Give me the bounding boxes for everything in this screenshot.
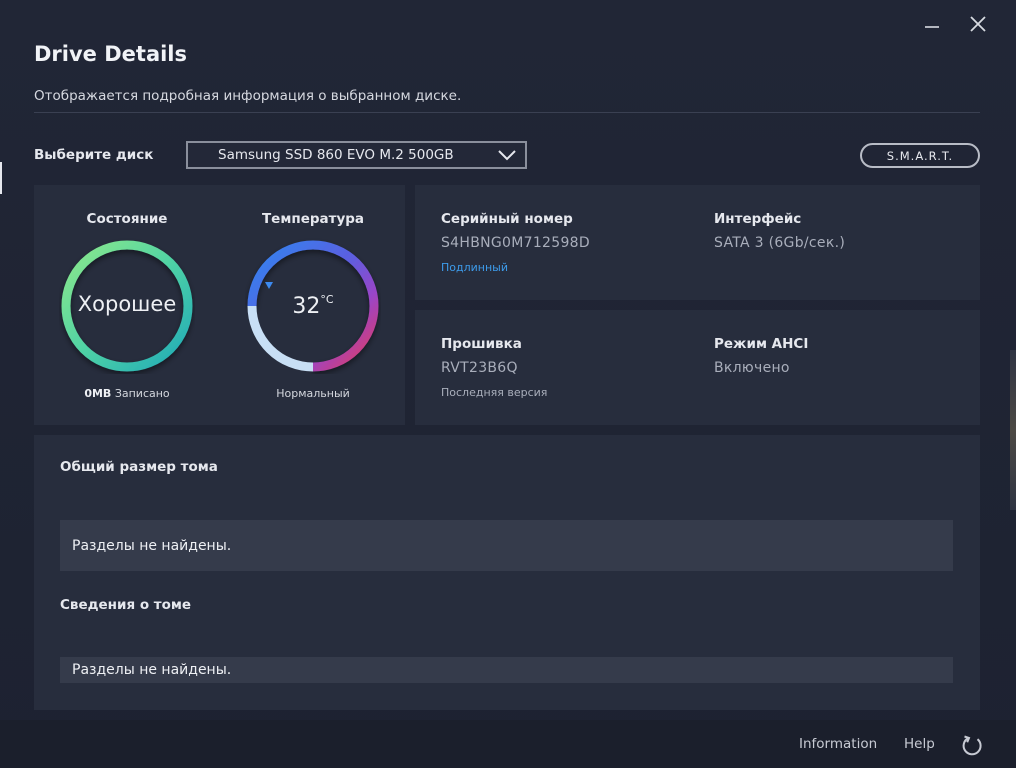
selected-drive-name: Samsung SSD 860 EVO M.2 500GB (218, 147, 454, 163)
window-controls (920, 12, 990, 36)
drive-details-window: Drive Details Отображается подробная инф… (0, 0, 1016, 768)
close-button[interactable] (966, 12, 990, 36)
ahci-label: Режим AHCI (714, 336, 809, 352)
written-label: Записано (114, 387, 170, 400)
header-divider (34, 112, 980, 113)
serial-interface-panel: Серийный номер S4HBNG0M712598D Подлинный… (415, 185, 980, 300)
firmware-value: RVT23B6Q (441, 360, 518, 376)
side-indicator (0, 162, 2, 194)
smart-button[interactable]: S.M.A.R.T. (860, 143, 980, 168)
refresh-icon[interactable] (960, 734, 984, 758)
page-title: Drive Details (34, 42, 188, 66)
page-subtitle: Отображается подробная информация о выбр… (34, 88, 462, 104)
chevron-down-icon (498, 150, 516, 161)
minimize-icon (925, 26, 939, 28)
minimize-button[interactable] (920, 12, 944, 36)
temperature-value: 32 (292, 294, 321, 319)
interface-value: SATA 3 (6Gb/сек.) (714, 235, 846, 251)
interface-label: Интерфейс (714, 211, 802, 227)
total-size-label: Общий размер тома (60, 459, 218, 475)
help-link[interactable]: Help (904, 736, 935, 752)
status-value: Хорошее (77, 292, 177, 316)
drive-select-label: Выберите диск (34, 147, 154, 163)
serial-authentic-note: Подлинный (441, 261, 509, 274)
written-summary: 0MB Записано (52, 387, 202, 400)
written-amount: 0MB (84, 387, 112, 400)
serial-value: S4HBNG0M712598D (441, 235, 590, 251)
firmware-version-note: Последняя версия (441, 386, 548, 399)
volume-panel: Общий размер тома Разделы не найдены. Св… (34, 435, 980, 710)
temperature-unit: °C (320, 293, 334, 306)
ahci-value: Включено (714, 360, 790, 376)
volume-info-message: Разделы не найдены. (60, 657, 953, 683)
background-edge (1010, 350, 1016, 510)
firmware-ahci-panel: Прошивка RVT23B6Q Последняя версия Режим… (415, 310, 980, 425)
status-title: Состояние (86, 211, 168, 227)
volume-info-label: Сведения о томе (60, 597, 192, 613)
temperature-state: Нормальный (276, 387, 350, 400)
temperature-title: Температура (261, 211, 365, 227)
total-size-message: Разделы не найдены. (60, 520, 953, 571)
firmware-label: Прошивка (441, 336, 522, 352)
drive-select-dropdown[interactable]: Samsung SSD 860 EVO M.2 500GB (186, 141, 527, 169)
health-temperature-panel: Состояние Хорошее 0MB Записано Температу… (34, 185, 405, 425)
temperature-marker-icon (265, 282, 273, 289)
close-icon (970, 16, 986, 32)
temperature-reading: 32°C (245, 293, 381, 319)
serial-label: Серийный номер (441, 211, 573, 227)
information-link[interactable]: Information (799, 736, 877, 752)
